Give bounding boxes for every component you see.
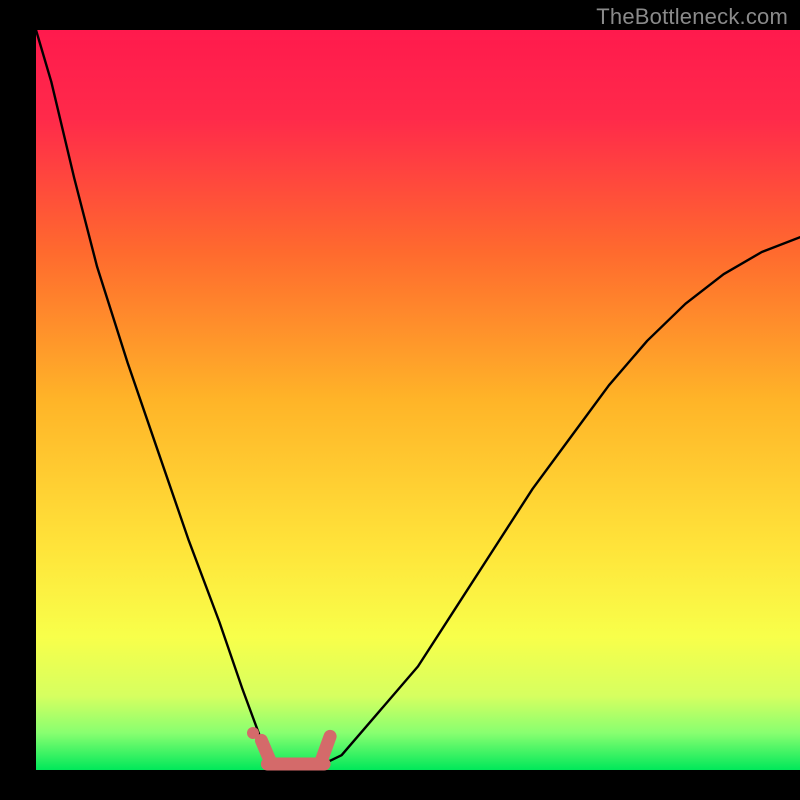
- gradient-panel: [36, 30, 800, 770]
- watermark-text: TheBottleneck.com: [596, 4, 788, 30]
